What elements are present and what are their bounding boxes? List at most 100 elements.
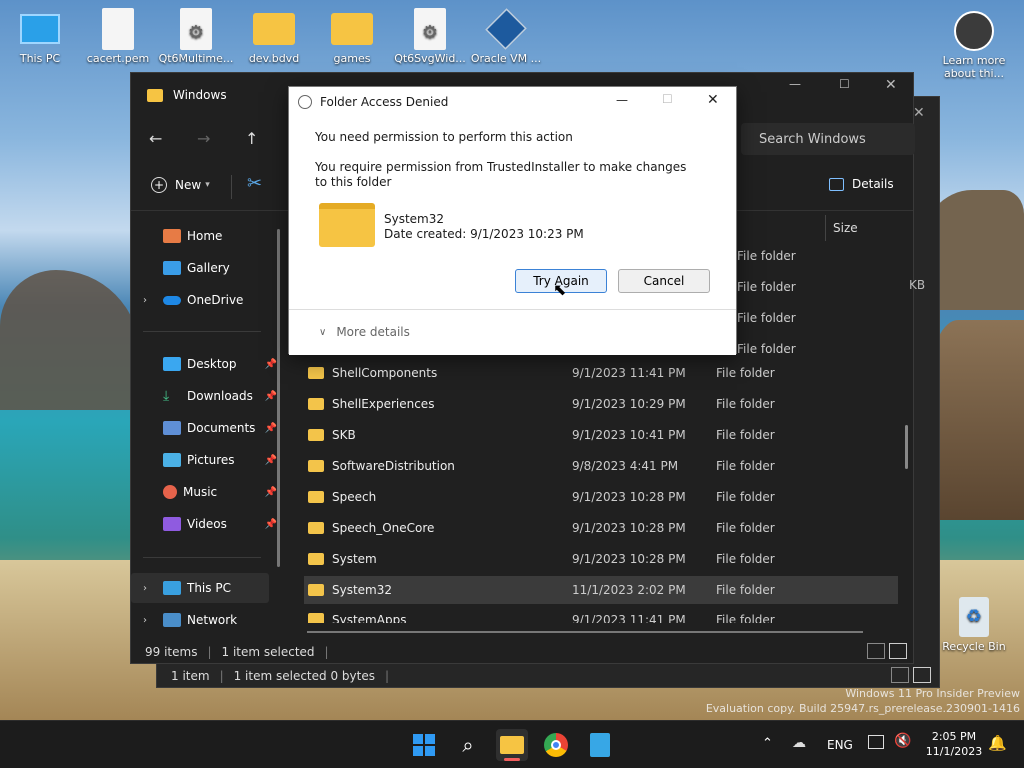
file-type: File folder bbox=[716, 428, 775, 442]
nav-documents[interactable]: Documents 📌 bbox=[131, 413, 281, 443]
desktop-icon-qt6multimedia[interactable]: ⚙ Qt6Multime... bbox=[156, 8, 236, 65]
notepad-taskbar-button[interactable] bbox=[584, 729, 616, 761]
file-explorer-taskbar-button[interactable] bbox=[496, 729, 528, 761]
windows-logo-icon bbox=[413, 734, 435, 756]
details-label: Details bbox=[852, 177, 894, 191]
folder-icon bbox=[500, 736, 524, 754]
close-icon[interactable]: ✕ bbox=[885, 77, 897, 93]
chevron-up-icon[interactable]: ⌃ bbox=[762, 736, 773, 751]
table-row[interactable]: SoftwareDistribution 9/8/2023 4:41 PM File… bbox=[304, 452, 898, 480]
table-row-selected[interactable]: System32 11/1/2023 2:02 PM File folder bbox=[304, 576, 898, 604]
pin-icon[interactable]: 📌 bbox=[265, 519, 277, 530]
search-icon[interactable]: ⌕ bbox=[452, 729, 484, 761]
nav-scrollbar[interactable] bbox=[277, 229, 280, 567]
nav-desktop[interactable]: Desktop 📌 bbox=[131, 349, 281, 379]
desktop-icon-cacert[interactable]: cacert.pem bbox=[78, 8, 158, 65]
folder-access-denied-dialog[interactable]: Folder Access Denied — ☐ ✕ You need perm… bbox=[288, 86, 737, 355]
pin-icon[interactable]: 📌 bbox=[265, 487, 277, 498]
details-view-icon[interactable] bbox=[891, 667, 909, 683]
file-date: 9/1/2023 11:41 PM bbox=[572, 366, 686, 380]
search-placeholder: Search Windows bbox=[759, 131, 866, 147]
pin-icon[interactable]: 📌 bbox=[265, 423, 277, 434]
language-indicator[interactable]: ENG bbox=[827, 738, 853, 752]
file-type: File folder bbox=[716, 366, 775, 380]
nav-videos[interactable]: Videos 📌 bbox=[131, 509, 281, 539]
status-bar: 99 items | 1 item selected | bbox=[145, 645, 329, 659]
nav-this-pc[interactable]: › This PC bbox=[131, 573, 269, 603]
up-icon[interactable]: ↑ bbox=[245, 129, 258, 148]
nav-label: Gallery bbox=[187, 261, 230, 275]
back-icon[interactable]: ← bbox=[149, 129, 162, 148]
nav-music[interactable]: Music 📌 bbox=[131, 477, 281, 507]
pin-icon[interactable]: 📌 bbox=[265, 391, 277, 402]
nav-downloads[interactable]: ⤓ Downloads 📌 bbox=[131, 381, 281, 411]
nav-pictures[interactable]: Pictures 📌 bbox=[131, 445, 281, 475]
picture-icon bbox=[163, 453, 181, 467]
desktop-icon-label: Recycle Bin bbox=[942, 640, 1006, 653]
start-button[interactable] bbox=[408, 729, 440, 761]
recycle-bin-icon: ♻ bbox=[953, 596, 995, 638]
cut-icon[interactable]: ✂ bbox=[247, 173, 262, 194]
more-details-toggle[interactable]: ∨ More details bbox=[319, 325, 410, 339]
nav-label: Home bbox=[187, 229, 223, 243]
notification-bell-icon[interactable]: 🔔 bbox=[988, 734, 1007, 752]
virtualbox-icon bbox=[485, 8, 527, 50]
table-row[interactable]: Speech 9/1/2023 10:28 PM File folder bbox=[304, 483, 898, 511]
network-icon[interactable] bbox=[868, 735, 884, 749]
pin-icon[interactable]: 📌 bbox=[265, 455, 277, 466]
folder-icon bbox=[308, 398, 324, 410]
table-row[interactable]: ShellExperiences 9/1/2023 10:29 PM File fo… bbox=[304, 390, 898, 418]
nav-label: Documents bbox=[187, 421, 256, 435]
close-icon[interactable]: ✕ bbox=[707, 92, 719, 108]
forward-icon[interactable]: → bbox=[197, 129, 210, 148]
nav-onedrive[interactable]: › OneDrive bbox=[131, 285, 281, 315]
table-row[interactable]: SKB 9/1/2023 10:41 PM File folder bbox=[304, 421, 898, 449]
mouse-cursor-icon: ⬉ bbox=[553, 280, 567, 299]
file-name: ShellExperiences bbox=[332, 397, 435, 411]
desktop-icon-learn-more[interactable]: Learn more about thi... bbox=[934, 10, 1014, 80]
nav-network[interactable]: › Network bbox=[131, 605, 281, 635]
table-row[interactable]: SystemApps 9/1/2023 11:41 PM File folder bbox=[304, 607, 898, 623]
chevron-down-icon: ▾ bbox=[205, 180, 210, 190]
type-cell: File folder bbox=[737, 280, 796, 294]
chrome-taskbar-button[interactable] bbox=[540, 729, 572, 761]
folder-icon bbox=[308, 584, 324, 596]
details-view-icon[interactable] bbox=[867, 643, 885, 659]
horizontal-scrollbar[interactable] bbox=[307, 631, 863, 633]
cloud-off-icon[interactable]: ☁ bbox=[792, 735, 806, 751]
search-input[interactable]: Search Windows bbox=[741, 123, 915, 155]
chrome-icon bbox=[544, 733, 568, 757]
maximize-icon[interactable]: ☐ bbox=[839, 77, 850, 91]
home-icon bbox=[163, 229, 181, 243]
tiles-view-icon[interactable] bbox=[889, 643, 907, 659]
table-row[interactable]: Speech_OneCore 9/1/2023 10:28 PM File fold… bbox=[304, 514, 898, 542]
desktop-icon-games[interactable]: games bbox=[312, 8, 392, 65]
file-list-scrollbar[interactable] bbox=[905, 425, 908, 469]
new-button[interactable]: + New ▾ bbox=[151, 177, 210, 193]
table-row[interactable]: ShellComponents 9/1/2023 11:41 PM File fol… bbox=[304, 359, 898, 387]
desktop-icon-recycle-bin[interactable]: ♻ Recycle Bin bbox=[934, 596, 1014, 653]
desktop-icon-this-pc[interactable]: This PC bbox=[0, 8, 80, 65]
desktop-icon-dev-bdvd[interactable]: dev.bdvd bbox=[234, 8, 314, 65]
tiles-view-icon[interactable] bbox=[913, 667, 931, 683]
speaker-muted-icon[interactable]: 🔇 bbox=[894, 733, 911, 749]
table-row[interactable]: System 9/1/2023 10:28 PM File folder bbox=[304, 545, 898, 573]
clock-time: 2:05 PM bbox=[931, 730, 977, 743]
details-pane-button[interactable]: Details bbox=[829, 177, 894, 191]
settings-file-icon: ⚙ bbox=[175, 8, 217, 50]
column-header-size[interactable]: Size bbox=[833, 221, 858, 235]
cloud-icon bbox=[163, 295, 181, 305]
nav-gallery[interactable]: Gallery bbox=[131, 253, 281, 283]
nav-home[interactable]: Home bbox=[131, 221, 281, 251]
minimize-icon[interactable]: — bbox=[789, 77, 801, 91]
plus-icon: + bbox=[151, 177, 167, 193]
file-type: File folder bbox=[716, 490, 775, 504]
notepad-icon bbox=[590, 733, 610, 757]
desktop-icon-oracle-vm[interactable]: Oracle VM ... bbox=[466, 8, 546, 65]
desktop-icon-qt6svgwidgets[interactable]: ⚙ Qt6SvgWid... bbox=[390, 8, 470, 65]
minimize-icon[interactable]: — bbox=[616, 93, 628, 107]
cancel-button[interactable]: Cancel bbox=[618, 269, 710, 293]
clock[interactable]: 2:05 PM 11/1/2023 bbox=[920, 729, 988, 759]
close-icon[interactable]: ✕ bbox=[913, 105, 925, 121]
pin-icon[interactable]: 📌 bbox=[265, 359, 277, 370]
